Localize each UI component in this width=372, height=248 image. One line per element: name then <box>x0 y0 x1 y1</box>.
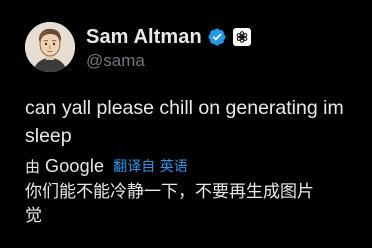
translated-from-link[interactable]: 翻译自 英语 <box>113 156 187 176</box>
translation-attribution: 由 Google 翻译自 英语 <box>25 154 188 178</box>
translated-by-label: 由 <box>25 157 41 176</box>
avatar[interactable] <box>25 22 75 72</box>
tweet-text-line: can yall please chill on generating im <box>25 97 344 119</box>
openai-logo-icon[interactable] <box>232 28 251 46</box>
tweet-text: can yall please chill on generating im s… <box>25 94 372 150</box>
translated-text-line: 觉 <box>25 206 42 226</box>
author-handle[interactable]: @sama <box>86 51 145 71</box>
author-display-name[interactable]: Sam Altman <box>86 26 202 49</box>
translated-text-line: 你们能不能冷静一下，不要再生成图片 <box>25 182 314 202</box>
translated-text: 你们能不能冷静一下，不要再生成图片 觉 <box>25 180 372 228</box>
google-logo: Google <box>45 155 105 176</box>
verified-badge-icon[interactable] <box>207 27 227 47</box>
author-name-row: Sam Altman <box>86 24 251 50</box>
tweet-text-line: sleep <box>25 125 72 147</box>
avatar-portrait-image <box>25 22 75 72</box>
